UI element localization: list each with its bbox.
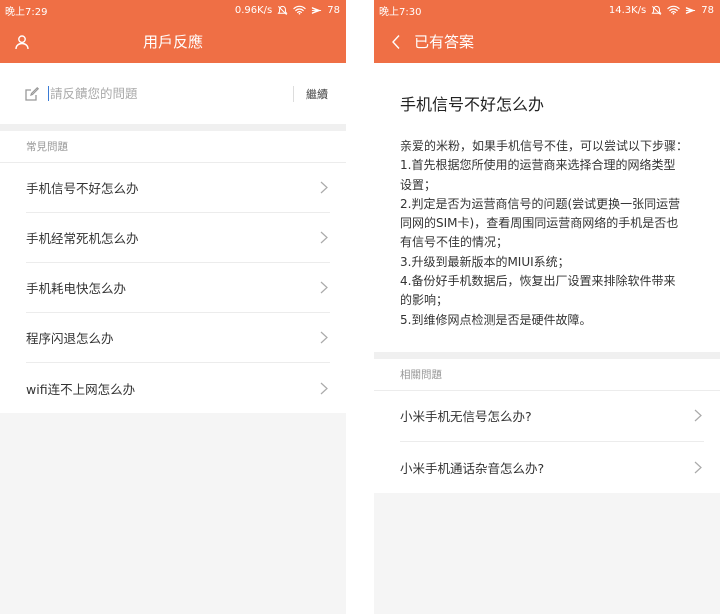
chevron-right-icon [320, 281, 328, 294]
related-item-label: 小米手机通话杂音怎么办? [400, 460, 545, 476]
battery-level: 78 [327, 4, 340, 16]
answer-line: 3.升级到最新版本的MIUI系统； [400, 254, 570, 269]
page-title: 已有答案 [414, 33, 475, 51]
user-icon [15, 34, 29, 49]
answer-screen: 晚上7:30 14.3K/s 78 已有答案 手机信号不好怎么办 亲爱的米粉，如… [374, 0, 720, 614]
section-gap [374, 351, 720, 359]
chevron-right-icon [320, 382, 328, 394]
answer-line: 设置； [400, 177, 437, 192]
network-speed: 0.96K/s [234, 4, 273, 16]
faq-header: 常見問題 [0, 131, 346, 163]
wifi-icon [293, 5, 306, 15]
input-divider [293, 85, 294, 102]
chevron-right-icon [694, 410, 702, 422]
edit-icon [25, 86, 40, 101]
status-time: 晚上7:29 [5, 6, 48, 18]
wifi-icon [667, 5, 680, 15]
faq-item-label: 手机耗电快怎么办 [26, 281, 127, 296]
back-arrow-icon [392, 34, 400, 49]
app-bar: 用戶反應 [0, 20, 346, 63]
chevron-right-icon [320, 231, 328, 244]
faq-item-label: 手机经常死机怎么办 [26, 231, 139, 246]
faq-section: 常見問題 手机信号不好怎么办 手机经常死机怎么办 手机耗电快怎么办 程序闪退怎么… [0, 131, 346, 413]
answer-line: 5.到维修网点检测是否是硬件故障。 [400, 312, 592, 327]
back-button[interactable] [374, 20, 418, 63]
text-cursor [48, 86, 49, 101]
status-time: 晚上7:30 [379, 6, 422, 18]
page-title: 用戶反應 [142, 33, 203, 51]
user-button[interactable] [0, 20, 44, 63]
faq-item-label: wifi连不上网怎么办 [26, 381, 136, 397]
continue-button[interactable]: 繼續 [306, 86, 328, 102]
related-item-no-signal[interactable]: 小米手机无信号怎么办? [400, 391, 704, 442]
related-item-label: 小米手机无信号怎么办? [400, 409, 532, 425]
faq-item-battery[interactable]: 手机耗电快怎么办 [26, 263, 330, 313]
status-bar: 晚上7:30 14.3K/s 78 [374, 0, 720, 20]
alarm-off-icon [651, 5, 662, 15]
status-bar: 晚上7:29 0.96K/s 78 [0, 0, 346, 20]
airplane-icon [312, 6, 322, 14]
section-gap [0, 124, 346, 131]
network-speed: 14.3K/s [608, 4, 647, 16]
answer-title: 手机信号不好怎么办 [400, 95, 545, 114]
faq-item-wifi[interactable]: wifi连不上网怎么办 [26, 363, 330, 413]
faq-item-label: 手机信号不好怎么办 [26, 181, 139, 196]
app-bar: 已有答案 [374, 20, 720, 63]
feedback-input-row: 繼續 [0, 63, 346, 124]
faq-item-crash[interactable]: 手机经常死机怎么办 [26, 213, 330, 263]
chevron-right-icon [694, 461, 702, 474]
related-item-call-noise[interactable]: 小米手机通话杂音怎么办? [400, 442, 704, 493]
faq-item-app-crash[interactable]: 程序闪退怎么办 [26, 313, 330, 363]
related-list: 小米手机无信号怎么办? 小米手机通话杂音怎么办? [374, 390, 720, 493]
faq-list: 手机信号不好怎么办 手机经常死机怎么办 手机耗电快怎么办 程序闪退怎么办 wif… [0, 163, 346, 413]
chevron-right-icon [320, 181, 328, 194]
answer-line: 亲爱的米粉，如果手机信号不佳，可以尝试以下步骤： [400, 139, 689, 153]
faq-item-label: 程序闪退怎么办 [26, 331, 114, 346]
answer-line: 有信号不佳的情况； [400, 235, 509, 250]
answer-line: 的影响； [400, 293, 449, 308]
answer-line: 4.备份好手机数据后，恢复出厂设置来排除软件带来 [400, 274, 676, 289]
answer-card: 手机信号不好怎么办 亲爱的米粉，如果手机信号不佳，可以尝试以下步骤： 1.首先根… [374, 63, 720, 352]
alarm-off-icon [277, 5, 288, 15]
chevron-right-icon [320, 331, 328, 344]
answer-body: 亲爱的米粉，如果手机信号不佳，可以尝试以下步骤： 1.首先根据您所使用的运营商来… [400, 137, 698, 330]
answer-line: 2.判定是否为运营商信号的问题(尝试更换一张同运营 [400, 196, 681, 211]
answer-line: 同网的SIM卡)，查看周围同运营商网络的手机是否也 [400, 216, 679, 231]
airplane-icon [686, 6, 696, 14]
feedback-input[interactable] [50, 86, 281, 101]
faq-item-signal[interactable]: 手机信号不好怎么办 [26, 163, 330, 213]
feedback-screen: 晚上7:29 0.96K/s 78 用戶反應 繼續 常見問題 手机信号不好怎么办 [0, 0, 346, 614]
answer-line: 1.首先根据您所使用的运营商来选择合理的网络类型 [400, 158, 676, 173]
related-header: 相關問題 [374, 358, 720, 391]
battery-level: 78 [701, 4, 714, 16]
